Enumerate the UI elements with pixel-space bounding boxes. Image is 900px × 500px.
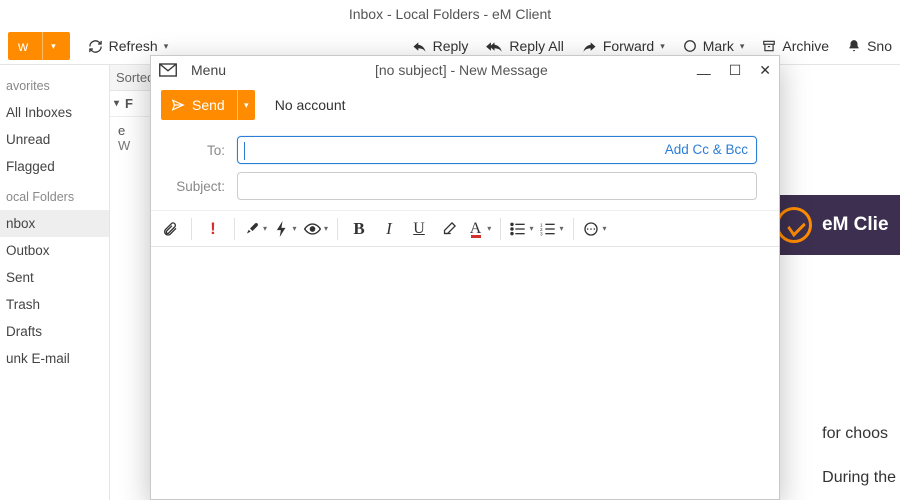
- snooze-label: Sno: [867, 38, 892, 54]
- chevron-down-icon[interactable]: ▾: [529, 224, 533, 233]
- chevron-down-icon[interactable]: ▾: [164, 41, 169, 52]
- chevron-down-icon: ▾: [114, 98, 119, 109]
- forward-icon: [582, 40, 597, 52]
- close-button[interactable]: ✕: [759, 63, 771, 77]
- numbered-list-button[interactable]: 123 ▾: [539, 216, 565, 242]
- maximize-button[interactable]: ☐: [729, 63, 742, 77]
- send-dropdown[interactable]: ▾: [237, 90, 255, 120]
- reply-label: Reply: [433, 38, 469, 54]
- compose-titlebar: Menu [no subject] - New Message — ☐ ✕: [151, 56, 779, 84]
- subject-input[interactable]: [237, 172, 757, 200]
- account-selector[interactable]: No account: [275, 97, 346, 113]
- font-color-button[interactable]: A▾: [466, 216, 492, 242]
- chevron-down-icon[interactable]: ▾: [324, 224, 328, 233]
- sidebar-section-local-folders: ocal Folders: [0, 180, 109, 210]
- window-title: Inbox - Local Folders - eM Client: [0, 0, 900, 28]
- send-button-label: Send: [192, 97, 225, 113]
- eye-icon: [304, 223, 321, 235]
- snooze-button[interactable]: Sno: [847, 38, 892, 54]
- archive-label: Archive: [782, 38, 829, 54]
- bold-button[interactable]: B: [346, 216, 372, 242]
- brand-banner: eM Clie: [770, 195, 900, 255]
- to-input[interactable]: Add Cc & Bcc: [237, 136, 757, 164]
- chevron-down-icon[interactable]: ▾: [487, 224, 491, 233]
- read-receipt-button[interactable]: ▾: [303, 216, 329, 242]
- more-icon: [583, 221, 599, 237]
- more-format-button[interactable]: ▾: [582, 216, 608, 242]
- refresh-label: Refresh: [109, 38, 158, 54]
- send-button[interactable]: Send ▾: [161, 90, 255, 120]
- sidebar-item-sent[interactable]: Sent: [0, 264, 109, 291]
- minimize-button[interactable]: —: [697, 66, 711, 80]
- underline-button[interactable]: U: [406, 216, 432, 242]
- compose-title: [no subject] - New Message: [240, 62, 683, 78]
- forward-button[interactable]: Forward ▾: [582, 38, 665, 54]
- numbered-list-icon: 123: [540, 222, 556, 236]
- mark-button[interactable]: Mark ▾: [683, 38, 745, 54]
- chevron-down-icon[interactable]: ▾: [42, 32, 64, 60]
- chevron-down-icon[interactable]: ▾: [740, 41, 745, 52]
- to-label: To:: [173, 143, 225, 158]
- archive-button[interactable]: Archive: [762, 38, 829, 54]
- chevron-down-icon[interactable]: ▾: [292, 224, 296, 233]
- compose-header-fields: To: Add Cc & Bcc Subject:: [151, 126, 779, 211]
- reply-icon: [412, 40, 427, 52]
- quicktext-button[interactable]: ▾: [273, 216, 299, 242]
- sidebar-item-drafts[interactable]: Drafts: [0, 318, 109, 345]
- forward-label: Forward: [603, 38, 654, 54]
- sidebar-item-outbox[interactable]: Outbox: [0, 237, 109, 264]
- compose-window: Menu [no subject] - New Message — ☐ ✕ Se…: [150, 55, 780, 500]
- emclient-logo-icon: [776, 207, 812, 243]
- paperclip-icon: [162, 221, 178, 237]
- clear-format-button[interactable]: [436, 216, 462, 242]
- mark-icon: [683, 39, 697, 53]
- new-button-label: w: [8, 32, 36, 60]
- bullet-list-button[interactable]: ▾: [509, 216, 535, 242]
- text-highlight-button[interactable]: ▾: [243, 216, 269, 242]
- brand-text: eM Clie: [822, 214, 889, 236]
- date-group-label: F: [125, 96, 133, 111]
- sidebar-item-inbox[interactable]: nbox: [0, 210, 109, 237]
- new-button[interactable]: w ▾: [8, 32, 70, 60]
- refresh-button[interactable]: Refresh ▾: [88, 38, 169, 54]
- eraser-icon: [442, 221, 457, 236]
- bullet-list-icon: [510, 222, 526, 236]
- envelope-icon: [159, 63, 177, 77]
- text-cursor: [244, 142, 245, 160]
- brush-icon: [245, 221, 260, 236]
- priority-button[interactable]: !: [200, 216, 226, 242]
- reader-body-text: for choos During the: [822, 425, 896, 487]
- sidebar: avorites All Inboxes Unread Flagged ocal…: [0, 65, 110, 500]
- sidebar-item-flagged[interactable]: Flagged: [0, 153, 109, 180]
- format-toolbar: ! ▾ ▾ ▾ B I U A▾: [151, 211, 779, 247]
- subject-label: Subject:: [173, 179, 225, 194]
- italic-button[interactable]: I: [376, 216, 402, 242]
- reply-all-label: Reply All: [509, 38, 563, 54]
- chevron-down-icon[interactable]: ▾: [559, 224, 563, 233]
- svg-text:3: 3: [540, 231, 543, 235]
- compose-send-row: Send ▾ No account: [151, 84, 779, 126]
- sidebar-item-all-inboxes[interactable]: All Inboxes: [0, 99, 109, 126]
- lightning-icon: [275, 221, 289, 237]
- chevron-down-icon[interactable]: ▾: [602, 224, 606, 233]
- sidebar-item-junk[interactable]: unk E-mail: [0, 345, 109, 372]
- bell-icon: [847, 39, 861, 53]
- sidebar-item-unread[interactable]: Unread: [0, 126, 109, 153]
- archive-icon: [762, 39, 776, 53]
- compose-body-editor[interactable]: [151, 247, 779, 499]
- send-icon: [171, 98, 185, 112]
- refresh-icon: [88, 39, 103, 54]
- sidebar-section-favorites: avorites: [0, 69, 109, 99]
- sidebar-item-trash[interactable]: Trash: [0, 291, 109, 318]
- compose-menu-button[interactable]: Menu: [191, 62, 226, 78]
- reply-all-icon: [486, 40, 503, 52]
- attach-button[interactable]: [157, 216, 183, 242]
- mark-label: Mark: [703, 38, 734, 54]
- chevron-down-icon[interactable]: ▾: [660, 41, 665, 52]
- reply-all-button[interactable]: Reply All: [486, 38, 563, 54]
- reply-button[interactable]: Reply: [412, 38, 469, 54]
- chevron-down-icon[interactable]: ▾: [263, 224, 267, 233]
- add-cc-bcc-link[interactable]: Add Cc & Bcc: [665, 142, 748, 157]
